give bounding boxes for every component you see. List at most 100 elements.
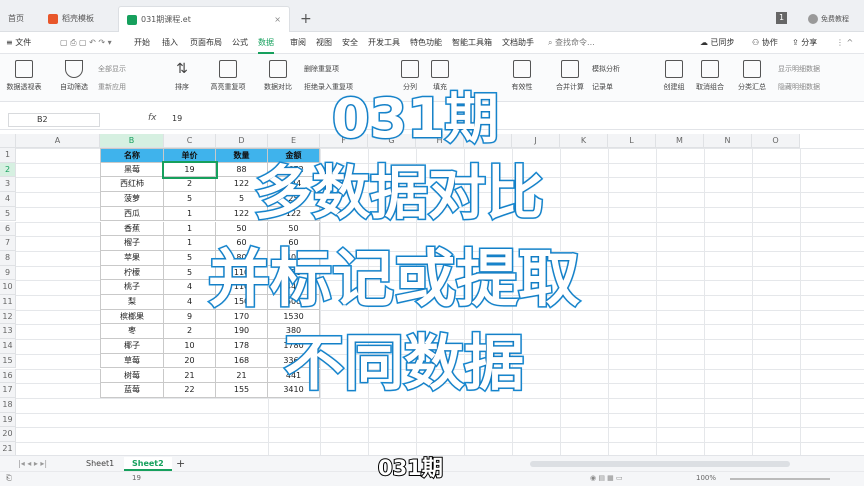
tab-docer[interactable]: 稻壳模板 [40, 6, 102, 32]
more-icon[interactable]: ⋮ ^ [836, 32, 853, 54]
row-header[interactable]: 7 [0, 236, 16, 251]
consolidate-button[interactable]: 合并计算 [548, 60, 592, 98]
table-header-cell[interactable]: 名称 [100, 148, 164, 163]
menu-special[interactable]: 特色功能 [410, 32, 442, 54]
reapply-button[interactable]: 重新应用 [98, 82, 126, 92]
menu-data[interactable]: 数据 [258, 32, 274, 54]
row-header[interactable]: 15 [0, 353, 16, 369]
sync-status[interactable]: ☁ 已同步 [700, 32, 735, 54]
table-cell[interactable]: 槟榔果 [100, 309, 164, 325]
table-cell[interactable]: 西瓜 [100, 206, 164, 222]
name-box[interactable]: B2 [8, 113, 100, 127]
horizontal-scrollbar[interactable] [530, 461, 790, 467]
zoom-slider[interactable] [730, 478, 830, 480]
row-header[interactable]: 18 [0, 397, 16, 413]
menu-view[interactable]: 视图 [316, 32, 332, 54]
what-if-button[interactable]: 模拟分析 [592, 64, 620, 74]
row-header[interactable]: 2 [0, 162, 16, 178]
column-header[interactable]: L [608, 134, 656, 148]
menu-doc-assistant[interactable]: 文档助手 [502, 32, 534, 54]
column-header[interactable]: A [16, 134, 100, 148]
row-header[interactable]: 8 [0, 250, 16, 266]
collaborate-button[interactable]: ⚇ 协作 [752, 32, 778, 54]
table-cell[interactable]: 10 [164, 339, 216, 354]
column-header[interactable]: E [268, 134, 320, 148]
table-cell[interactable]: 20 [164, 353, 216, 369]
table-cell[interactable]: 蓝莓 [100, 383, 164, 398]
table-cell[interactable]: 21 [216, 368, 268, 384]
column-header[interactable]: N [704, 134, 752, 148]
validation-button[interactable]: 有效性 [500, 60, 544, 98]
menu-insert[interactable]: 插入 [162, 32, 178, 54]
fx-icon[interactable]: fx [148, 113, 157, 123]
subtotal-button[interactable]: 分类汇总 [730, 60, 774, 98]
show-all-button[interactable]: 全部显示 [98, 64, 126, 74]
menu-file[interactable]: ≡ 文件 [6, 32, 31, 54]
table-header-cell[interactable]: 单价 [164, 148, 216, 163]
new-tab-button[interactable]: + [292, 6, 320, 32]
data-compare-button[interactable]: 数据对比 [256, 60, 300, 98]
menu-page-layout[interactable]: 页面布局 [190, 32, 222, 54]
menu-smart-tools[interactable]: 智能工具箱 [452, 32, 492, 54]
show-detail-button[interactable]: 显示明细数据 [778, 64, 820, 74]
menu-home[interactable]: 开始 [134, 32, 150, 54]
table-cell[interactable]: 椰子 [100, 339, 164, 354]
table-cell[interactable]: 2 [164, 177, 216, 193]
tab-home[interactable]: 首页 [0, 6, 32, 32]
quick-toolbar[interactable]: ▢ ⎙ ▢ ↶ ↷ ▾ [60, 32, 112, 54]
table-cell[interactable]: 苹果 [100, 250, 164, 266]
row-header[interactable]: 6 [0, 221, 16, 237]
row-header[interactable]: 14 [0, 339, 16, 354]
table-cell[interactable]: 1 [164, 206, 216, 222]
table-cell[interactable]: 黑莓 [100, 162, 164, 178]
ungroup-button[interactable]: 取消组合 [688, 60, 732, 98]
row-header[interactable]: 9 [0, 265, 16, 281]
select-all-corner[interactable] [0, 134, 16, 148]
menu-security[interactable]: 安全 [342, 32, 358, 54]
table-cell[interactable]: 菠萝 [100, 192, 164, 207]
table-cell[interactable]: 榴子 [100, 236, 164, 251]
table-cell[interactable]: 桃子 [100, 280, 164, 295]
tab-workbook[interactable]: 031期课程.et × [118, 6, 290, 32]
row-header[interactable]: 13 [0, 324, 16, 340]
share-button[interactable]: ⇪ 分享 [792, 32, 817, 54]
table-cell[interactable]: 梨 [100, 295, 164, 310]
sheet-nav-icon[interactable]: |◂ ◂ ▸ ▸| [10, 457, 55, 471]
close-icon[interactable]: × [274, 7, 281, 33]
column-header[interactable]: M [656, 134, 704, 148]
column-header[interactable]: D [216, 134, 268, 148]
user-button[interactable]: 免费教程 [800, 6, 857, 32]
menu-developer[interactable]: 开发工具 [368, 32, 400, 54]
table-cell[interactable]: 2 [164, 324, 216, 340]
table-cell[interactable]: 香蕉 [100, 221, 164, 237]
column-header[interactable]: B [100, 134, 164, 148]
table-cell[interactable]: 草莓 [100, 353, 164, 369]
highlight-duplicates-button[interactable]: 高亮重复项 [202, 60, 254, 98]
row-header[interactable]: 16 [0, 368, 16, 384]
column-header[interactable]: K [560, 134, 608, 148]
row-header[interactable]: 1 [0, 148, 16, 163]
table-cell[interactable]: 树莓 [100, 368, 164, 384]
view-mode-icons[interactable]: ◉ ▤ ▦ ▭ [590, 474, 623, 482]
pivot-table-button[interactable]: 数据透视表 [2, 60, 46, 98]
table-cell[interactable]: 19 [162, 160, 218, 180]
row-header[interactable]: 19 [0, 412, 16, 428]
row-header[interactable]: 5 [0, 206, 16, 222]
sheet-tab-sheet1[interactable]: Sheet1 [78, 457, 122, 471]
add-sheet-button[interactable]: + [168, 457, 193, 471]
table-cell[interactable]: 1 [164, 221, 216, 237]
formula-input[interactable]: 19 [172, 114, 182, 123]
menu-formulas[interactable]: 公式 [232, 32, 248, 54]
row-header[interactable]: 17 [0, 383, 16, 398]
table-cell[interactable]: 5 [164, 192, 216, 207]
table-cell[interactable]: 22 [164, 383, 216, 398]
column-header[interactable]: C [164, 134, 216, 148]
row-header[interactable]: 12 [0, 309, 16, 325]
table-cell[interactable]: 190 [216, 324, 268, 340]
sheet-tab-sheet2[interactable]: Sheet2 [124, 457, 172, 471]
record-form-button[interactable]: 记录单 [592, 82, 613, 92]
row-header[interactable]: 10 [0, 280, 16, 295]
sort-button[interactable]: ⇅ 排序 [160, 60, 204, 98]
menu-review[interactable]: 审阅 [290, 32, 306, 54]
table-cell[interactable]: 枣 [100, 324, 164, 340]
